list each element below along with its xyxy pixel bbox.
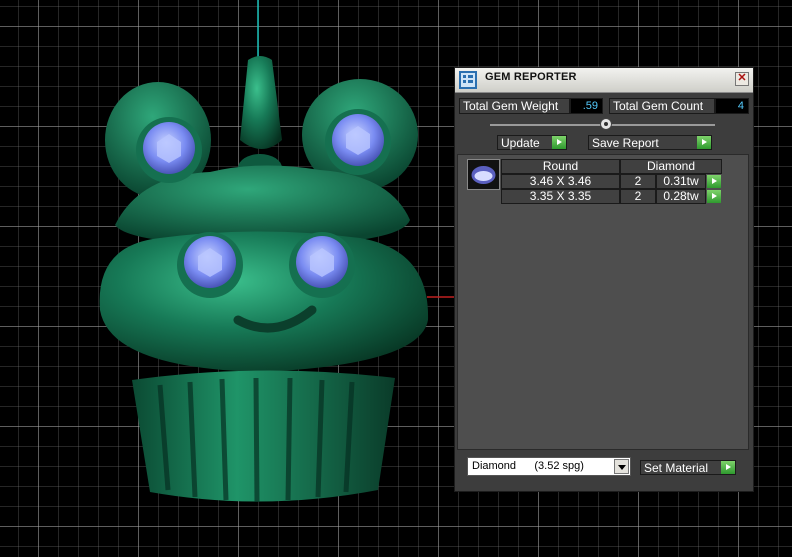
gem-weight-cell: 0.28tw <box>656 189 706 204</box>
diamond-gem-icon <box>471 166 496 184</box>
gem-left-ear <box>136 117 202 183</box>
close-button[interactable]: ✕ <box>735 72 749 86</box>
row-action-arrow-icon[interactable] <box>707 190 721 203</box>
play-arrow-icon <box>697 136 711 149</box>
gem-count-cell: 2 <box>620 174 656 189</box>
play-arrow-icon <box>721 461 735 474</box>
gem-thumbnail[interactable] <box>467 159 500 190</box>
gem-report-list[interactable]: Round Diamond 3.46 X 3.46 2 0.31tw 3.35 … <box>457 154 749 450</box>
cupcake-head <box>99 231 429 372</box>
column-header-material: Diamond <box>620 159 722 174</box>
panel-title: GEM REPORTER <box>485 71 577 83</box>
title-bar[interactable]: GEM REPORTER ✕ <box>455 68 753 93</box>
gem-count-cell: 2 <box>620 189 656 204</box>
chevron-down-icon[interactable] <box>614 459 629 474</box>
gem-size-cell: 3.46 X 3.46 <box>501 174 620 189</box>
column-header-shape: Round <box>501 159 620 174</box>
row-action-arrow-icon[interactable] <box>707 175 721 188</box>
gem-right-eye <box>289 232 355 298</box>
set-material-button[interactable]: Set Material <box>640 460 736 475</box>
slider-knob[interactable] <box>600 118 612 130</box>
play-arrow-icon <box>552 136 566 149</box>
gem-left-eye <box>177 232 243 298</box>
material-select[interactable]: Diamond (3.52 spg) <box>467 457 631 476</box>
total-gem-count-value: 4 <box>715 98 749 114</box>
total-gem-count-label: Total Gem Count <box>609 98 715 114</box>
cupcake-wrapper <box>132 370 395 502</box>
update-button-label: Update <box>501 136 540 150</box>
material-select-value: Diamond (3.52 spg) <box>472 460 584 472</box>
total-gem-weight-label: Total Gem Weight <box>459 98 570 114</box>
set-material-button-label: Set Material <box>644 461 709 475</box>
gem-size-cell: 3.35 X 3.35 <box>501 189 620 204</box>
save-report-button-label: Save Report <box>592 136 659 150</box>
gem-right-ear <box>325 109 391 175</box>
gem-reporter-icon <box>459 71 477 89</box>
pendant-bail <box>240 56 282 149</box>
save-report-button[interactable]: Save Report <box>588 135 712 150</box>
gem-weight-cell: 0.31tw <box>656 174 706 189</box>
gem-reporter-panel: GEM REPORTER ✕ Total Gem Weight .59 Tota… <box>454 67 754 492</box>
update-button[interactable]: Update <box>497 135 567 150</box>
total-gem-weight-value: .59 <box>570 98 603 114</box>
